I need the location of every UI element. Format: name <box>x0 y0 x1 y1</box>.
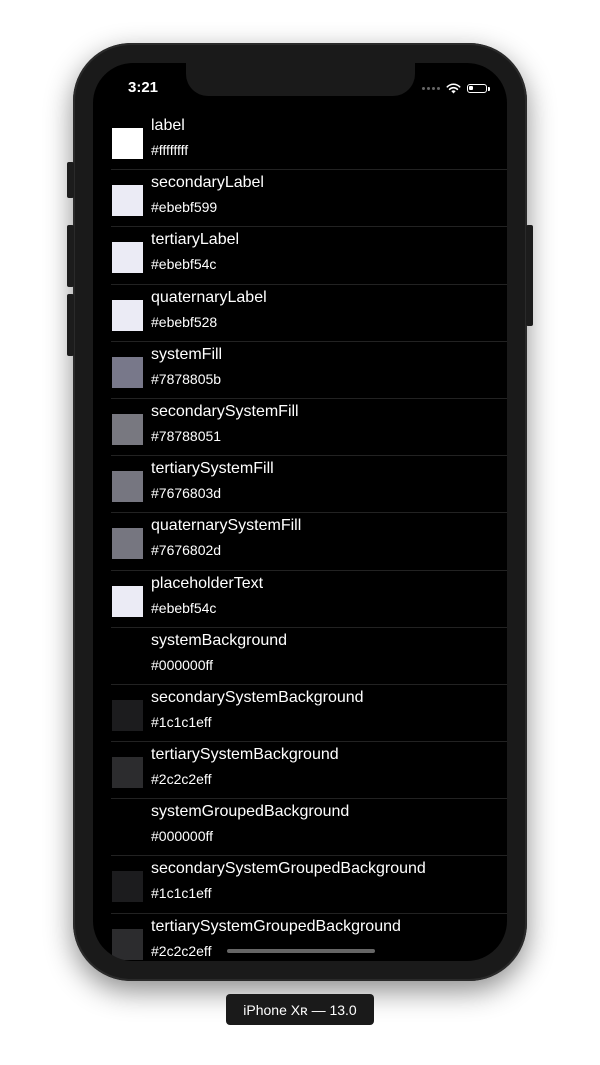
status-icons <box>422 81 490 95</box>
color-hex: #ebebf54c <box>151 256 217 273</box>
color-hex: #ebebf599 <box>151 199 218 216</box>
color-hex: #7676803d <box>151 485 222 502</box>
color-name: secondarySystemGroupedBackground <box>151 860 426 878</box>
color-swatch <box>112 642 143 674</box>
color-hex: #ffffffff <box>151 142 189 158</box>
list-item[interactable]: label #ffffffff <box>93 113 507 171</box>
color-swatch <box>112 757 143 789</box>
list-item[interactable]: tertiarySystemGroupedBackground #2c2c2eff <box>93 914 507 961</box>
color-name: systemBackground <box>151 631 288 649</box>
battery-icon <box>467 83 490 93</box>
color-name: quaternaryLabel <box>151 288 267 306</box>
color-swatch <box>112 699 143 731</box>
color-swatch <box>112 585 143 617</box>
device-caption: iPhone Xʀ — 13.0 <box>226 994 374 1025</box>
color-hex: #1c1c1eff <box>151 885 212 902</box>
color-swatch <box>112 128 143 159</box>
color-swatch <box>112 356 143 388</box>
color-name: secondarySystemBackground <box>151 688 364 706</box>
color-swatch <box>112 299 143 331</box>
color-name: tertiarySystemBackground <box>151 746 339 764</box>
color-name: tertiaryLabel <box>151 231 240 249</box>
list-item[interactable]: systemGroupedBackground #000000ff <box>93 799 507 857</box>
list-item[interactable]: systemBackground #000000ff <box>93 628 507 686</box>
list-item[interactable]: placeholderText #ebebf54c <box>93 571 507 628</box>
color-hex: #7676802d <box>151 542 222 559</box>
color-swatch <box>112 185 143 217</box>
volume-up-button <box>67 225 74 287</box>
color-hex: #78788051 <box>151 427 222 444</box>
color-swatch <box>112 242 143 274</box>
color-name: label <box>151 117 185 134</box>
list-item[interactable]: secondarySystemGroupedBackground #1c1c1ef… <box>93 856 507 914</box>
color-list[interactable]: label #ffffffff secondaryLabel #ebebf599 ter… <box>93 113 507 961</box>
color-hex: #000000ff <box>151 828 214 845</box>
color-swatch <box>112 528 143 560</box>
color-name: quaternarySystemFill <box>151 517 302 535</box>
iphone-frame: 3:21 label #ffffffff secondaryLabel #ebebf5… <box>67 43 533 981</box>
side-button <box>526 225 533 326</box>
color-name: systemFill <box>151 345 223 363</box>
list-item[interactable]: secondaryLabel #ebebf599 <box>93 170 507 228</box>
color-name: secondaryLabel <box>151 174 264 192</box>
color-name: tertiarySystemGroupedBackground <box>151 917 401 935</box>
color-hex: #2c2c2eff <box>151 771 212 788</box>
silent-switch <box>67 162 74 198</box>
list-item[interactable]: quaternarySystemFill #7676802d <box>93 513 507 571</box>
wifi-icon <box>446 82 461 93</box>
color-swatch <box>112 814 143 846</box>
signal-icon <box>422 86 440 90</box>
list-item[interactable]: secondarySystemBackground #1c1c1eff <box>93 685 507 743</box>
color-swatch <box>112 871 143 903</box>
color-swatch <box>112 471 143 503</box>
color-hex: #ebebf528 <box>151 313 218 330</box>
color-swatch <box>112 413 143 445</box>
list-item[interactable]: tertiarySystemBackground #2c2c2eff <box>93 742 507 800</box>
list-item[interactable]: tertiaryLabel #ebebf54c <box>93 227 507 285</box>
color-hex: #7878805b <box>151 370 222 387</box>
list-item[interactable]: systemFill #7878805b <box>93 342 507 400</box>
color-hex: #2c2c2eff <box>151 942 212 959</box>
screen: 3:21 label #ffffffff secondaryLabel #ebebf5… <box>93 63 507 961</box>
color-name: systemGroupedBackground <box>151 803 350 821</box>
color-swatch <box>112 928 143 960</box>
status-time: 3:21 <box>128 79 159 96</box>
color-name: secondarySystemFill <box>151 402 299 420</box>
color-hex: #ebebf54c <box>151 599 217 616</box>
color-hex: #1c1c1eff <box>151 713 212 730</box>
list-item[interactable]: tertiarySystemFill #7676803d <box>93 456 507 514</box>
notch <box>186 63 415 96</box>
color-hex: #000000ff <box>151 656 214 673</box>
home-indicator[interactable] <box>227 949 375 953</box>
list-item[interactable]: secondarySystemFill #78788051 <box>93 399 507 457</box>
volume-down-button <box>67 294 74 356</box>
color-name: tertiarySystemFill <box>151 460 274 478</box>
color-name: placeholderText <box>151 574 264 592</box>
list-item[interactable]: quaternaryLabel #ebebf528 <box>93 285 507 342</box>
